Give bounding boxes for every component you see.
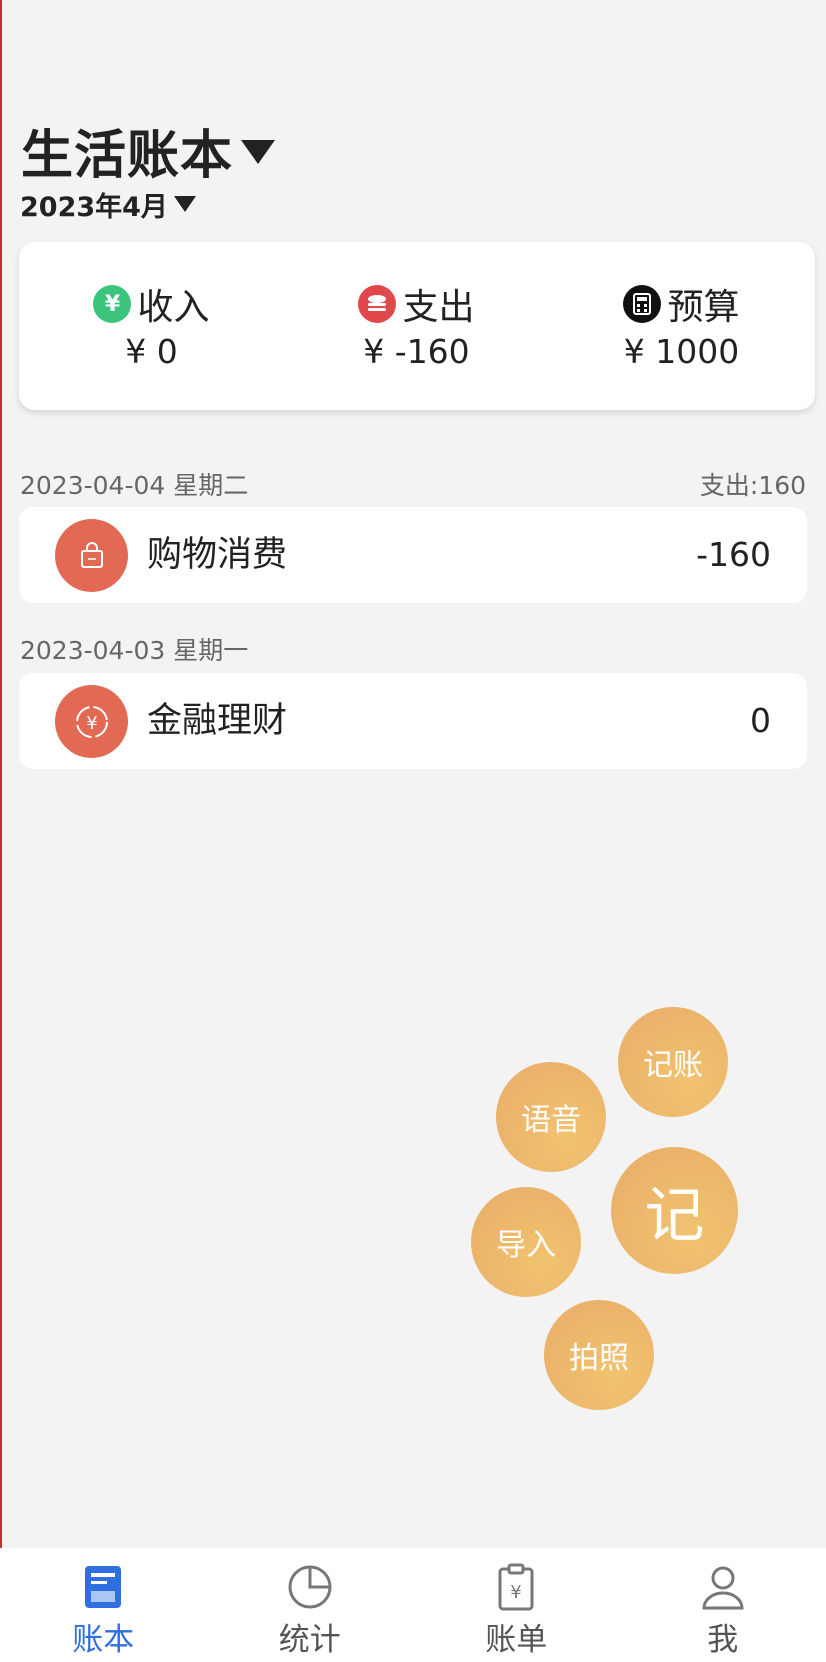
svg-text:¥: ¥	[511, 1582, 522, 1603]
record-amount: 0	[750, 701, 771, 740]
nav-label: 账单	[485, 1622, 548, 1658]
record-item[interactable]: 购物消费 -160	[19, 507, 807, 603]
record-category: 金融理财	[147, 701, 288, 741]
income-label: 收入	[137, 287, 210, 328]
group-total: 支出:160	[699, 471, 806, 500]
expense-value: ¥ -160	[363, 332, 470, 371]
budget-value: ¥ 1000	[623, 332, 740, 371]
add-record-fab[interactable]: 记	[611, 1147, 738, 1274]
photo-entry-button[interactable]: 拍照	[544, 1300, 654, 1410]
yuan-icon: ¥	[93, 285, 132, 323]
import-button[interactable]: 导入	[471, 1187, 581, 1297]
nav-item-ledger[interactable]: 账本	[0, 1548, 207, 1662]
record-entry-button[interactable]: 记账	[618, 1007, 728, 1117]
nav-item-bills[interactable]: ¥ 账单	[413, 1548, 620, 1662]
pie-chart-icon	[285, 1562, 335, 1612]
book-selector[interactable]: 生活账本	[21, 118, 276, 186]
bill-icon: ¥	[491, 1562, 541, 1612]
user-icon	[698, 1562, 748, 1612]
ledger-icon	[78, 1562, 128, 1612]
calculator-icon	[623, 285, 662, 323]
group-date: 2023-04-03 星期一	[20, 636, 249, 665]
finance-yuan-icon: ¥	[55, 685, 128, 758]
income-summary: ¥ 收入 ¥ 0	[19, 242, 284, 410]
nav-item-me[interactable]: 我	[620, 1548, 826, 1662]
book-title: 生活账本	[21, 125, 234, 186]
caret-down-icon	[241, 140, 276, 164]
date-group-header: 2023-04-04 星期二 支出:160	[20, 466, 806, 502]
caret-down-icon	[173, 196, 196, 212]
nav-label: 我	[707, 1622, 739, 1658]
expense-label: 支出	[402, 287, 475, 328]
month-selector[interactable]: 2023年4月	[20, 186, 196, 223]
nav-label: 统计	[278, 1622, 341, 1658]
budget-summary[interactable]: 预算 ¥ 1000	[549, 242, 814, 410]
voice-entry-button[interactable]: 语音	[496, 1062, 606, 1172]
record-amount: -160	[696, 535, 771, 574]
svg-text:¥: ¥	[86, 713, 97, 734]
month-label: 2023年4月	[20, 191, 168, 223]
income-value: ¥ 0	[125, 332, 178, 371]
budget-label: 预算	[667, 287, 740, 328]
coin-stack-icon	[358, 285, 397, 323]
bottom-nav: 账本 统计 ¥ 账单 我	[0, 1548, 826, 1662]
record-item[interactable]: ¥ 金融理财 0	[19, 673, 807, 769]
nav-label: 账本	[72, 1622, 135, 1658]
record-category: 购物消费	[147, 535, 288, 575]
expense-summary: 支出 ¥ -160	[284, 242, 549, 410]
summary-card: ¥ 收入 ¥ 0 支出 ¥ -160 预算 ¥ 1000	[19, 242, 815, 410]
group-date: 2023-04-04 星期二	[20, 471, 249, 500]
window-edge	[0, 0, 2, 1662]
date-group-header: 2023-04-03 星期一	[20, 631, 806, 667]
nav-item-statistics[interactable]: 统计	[207, 1548, 414, 1662]
shopping-bag-icon	[55, 519, 128, 592]
